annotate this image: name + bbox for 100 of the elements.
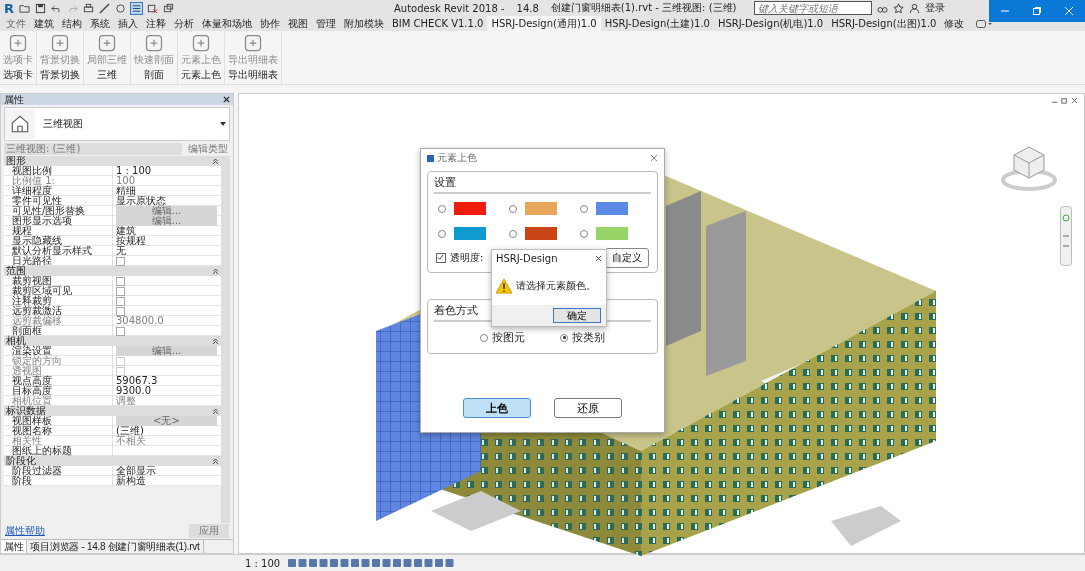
version-label: 14.8: [516, 2, 539, 14]
radio-label: 按图元: [492, 330, 525, 345]
ribbon-tab[interactable]: 分析: [170, 16, 198, 31]
app-logo[interactable]: R: [4, 1, 14, 15]
ribbon-tab[interactable]: 修改: [940, 16, 969, 31]
ribbon-tab[interactable]: 附加模块: [340, 16, 388, 31]
section-title: 标识数据: [6, 406, 46, 416]
color-swatch[interactable]: [454, 202, 486, 215]
property-value: 调整: [116, 396, 136, 406]
app-title: Autodesk Revit 2018 -: [394, 2, 505, 14]
panel-label: 剖面: [143, 68, 165, 82]
ribbon-tab[interactable]: 协作: [256, 16, 284, 31]
file-tab[interactable]: 文件: [2, 16, 30, 31]
scale-label[interactable]: 1 : 100: [245, 557, 281, 569]
property-value[interactable]: 按规程: [116, 236, 146, 246]
ribbon-tab[interactable]: HSRJ-Design(通用)1.0: [487, 16, 601, 31]
radio-label: 按类别: [572, 330, 605, 345]
switch-windows-icon[interactable]: [163, 2, 174, 14]
color-swatch[interactable]: [525, 227, 557, 240]
edit-button[interactable]: <无>: [116, 416, 217, 426]
dialog-button[interactable]: 还原: [554, 398, 623, 418]
custom-button[interactable]: 自定义: [605, 248, 649, 268]
panel-label: 导出明细表: [227, 68, 279, 82]
tool-icon: [97, 33, 117, 53]
help-link[interactable]: 属性帮助: [5, 524, 45, 538]
ribbon-tab[interactable]: 管理: [312, 16, 340, 31]
ribbon-tab[interactable]: BIM CHECK V1.1.0: [388, 16, 488, 31]
alert-title: HSRJ-Design: [496, 253, 558, 264]
user-icon[interactable]: [909, 2, 921, 14]
ribbon-tab[interactable]: HSRJ-Design(土建)1.0: [600, 16, 714, 31]
close-icon[interactable]: [223, 96, 230, 103]
checkbox[interactable]: [116, 296, 125, 306]
property-value[interactable]: 59067.3: [116, 376, 158, 386]
print-icon[interactable]: [83, 2, 94, 14]
ribbon-tab[interactable]: 结构: [58, 16, 86, 31]
property-value: 304800.0: [116, 316, 164, 326]
collapse-icon[interactable]: [213, 157, 218, 165]
panel-label: 背景切换: [39, 68, 81, 82]
dialog-button[interactable]: 上色: [462, 398, 531, 418]
ribbon-tab[interactable]: 插入: [114, 16, 142, 31]
property-value[interactable]: 精细: [116, 186, 136, 196]
login-link[interactable]: 登录: [925, 1, 946, 15]
color-swatch[interactable]: [454, 227, 486, 240]
group-title: 设置: [434, 176, 651, 194]
checkbox[interactable]: [116, 276, 125, 286]
close-icon[interactable]: [1071, 97, 1078, 104]
restore-icon[interactable]: [1061, 97, 1068, 104]
star-icon[interactable]: [893, 2, 905, 14]
color-swatch[interactable]: [596, 227, 628, 240]
edit-button[interactable]: 编辑...: [116, 216, 217, 226]
ribbon-tab[interactable]: 注释: [142, 16, 170, 31]
ribbon-tab[interactable]: 建筑: [30, 16, 58, 31]
checkbox[interactable]: [436, 253, 446, 263]
property-value[interactable]: 无: [116, 246, 126, 256]
caret-icon[interactable]: [220, 122, 226, 126]
ok-button[interactable]: 确定: [553, 308, 601, 323]
ribbon-tab[interactable]: HSRJ-Design(出图)1.0: [827, 16, 941, 31]
ribbon-tab[interactable]: 体量和场地: [198, 16, 256, 31]
section-title: 相机: [6, 336, 26, 346]
instance-dropdown[interactable]: 三维视图: (三维): [4, 142, 182, 155]
thin-lines-icon[interactable]: [131, 2, 142, 14]
checkbox[interactable]: [116, 286, 125, 296]
collapse-icon[interactable]: [213, 337, 218, 345]
edit-button[interactable]: 编辑...: [116, 346, 217, 356]
property-value[interactable]: 1 : 100: [116, 166, 152, 176]
warning-icon: [495, 278, 513, 294]
checkbox[interactable]: [116, 306, 125, 316]
close-icon[interactable]: [595, 255, 602, 262]
panel-tab[interactable]: 项目浏览器 - 14.8 创建门窗明细表(1).rvt: [27, 540, 204, 553]
property-name: 阶段: [4, 476, 113, 486]
edit-type-button[interactable]: 编辑类型: [186, 141, 230, 156]
property-value[interactable]: 全部显示: [116, 466, 156, 476]
ribbon-tab[interactable]: 视图: [284, 16, 312, 31]
search-field[interactable]: 键入关键字或短语: [754, 1, 873, 15]
checkbox-label: 透明度:: [450, 251, 484, 265]
property-value[interactable]: 新构造: [116, 476, 146, 486]
close-icon: [1064, 5, 1074, 16]
restore-icon: [1032, 5, 1042, 16]
property-value[interactable]: (三维): [116, 426, 144, 436]
ribbon-tab[interactable]: HSRJ-Design(机电)1.0: [713, 16, 828, 31]
collapse-icon[interactable]: [213, 407, 218, 415]
color-swatch[interactable]: [525, 202, 557, 215]
color-swatch[interactable]: [596, 202, 628, 215]
save-icon[interactable]: [35, 2, 46, 14]
folder-icon[interactable]: [19, 2, 30, 14]
navigation-bar-icon[interactable]: [1060, 206, 1072, 266]
check-icon: [437, 254, 444, 261]
section-title: 阶段化: [6, 456, 36, 466]
collapse-icon[interactable]: [213, 457, 218, 465]
property-value[interactable]: 9300.0: [116, 386, 151, 396]
checkbox[interactable]: [116, 256, 125, 266]
collapse-icon[interactable]: [213, 267, 218, 275]
checkbox[interactable]: [116, 326, 125, 336]
dropdown-icon[interactable]: [976, 19, 993, 28]
panel-tab[interactable]: 属性: [1, 540, 28, 553]
property-value[interactable]: 建筑: [116, 226, 136, 236]
panel-label: 元素上色: [180, 68, 222, 82]
ribbon-tab[interactable]: 系统: [86, 16, 114, 31]
app-icon: [427, 154, 434, 162]
edit-button[interactable]: 编辑...: [116, 206, 217, 216]
